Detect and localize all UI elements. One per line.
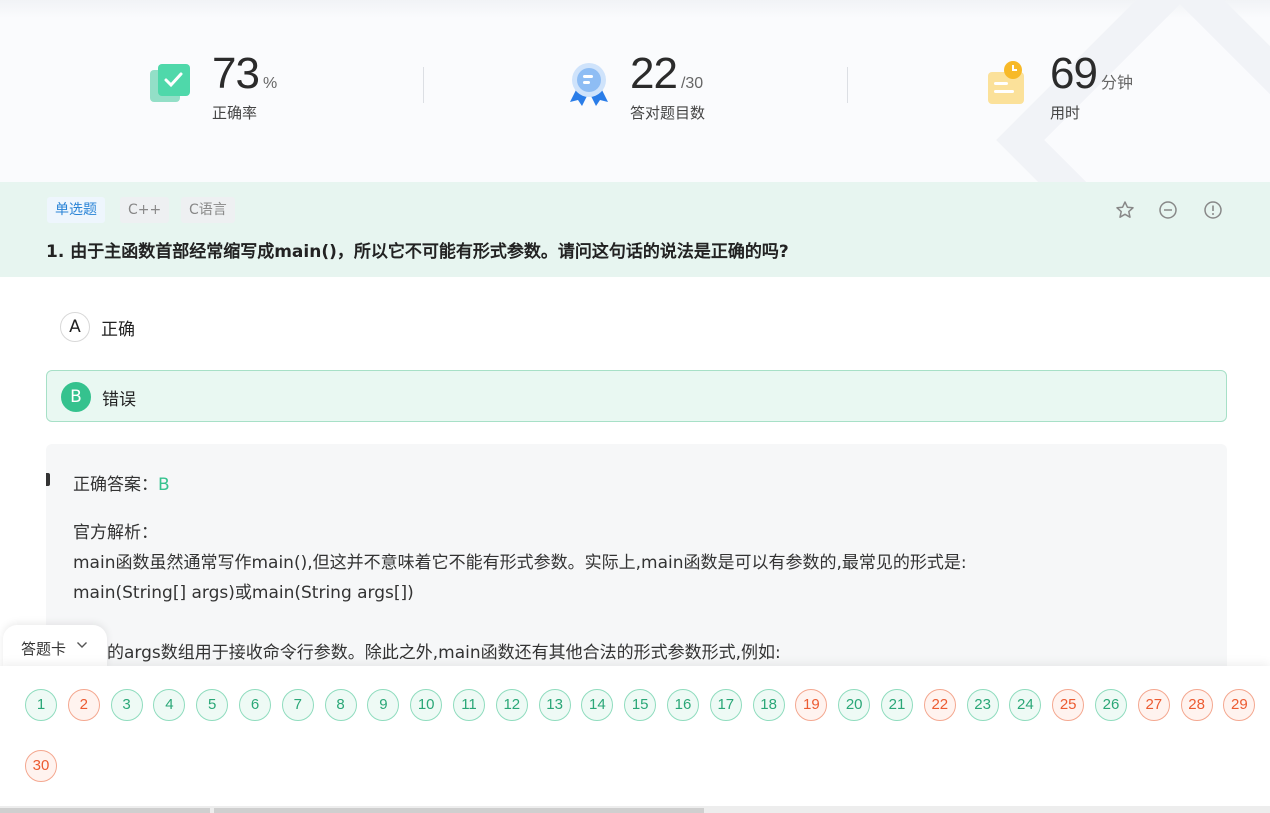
question-number-button[interactable]: 8 bbox=[324, 689, 357, 721]
analysis-text: main函数虽然通常写作main(),但这并不意味着它不能有形式参数。实际上,m… bbox=[73, 553, 967, 573]
question-tag: C++ bbox=[120, 197, 170, 223]
scrollbar-track-segment bbox=[0, 808, 210, 813]
clock-note-icon bbox=[988, 61, 1024, 104]
analysis-panel: 正确答案：B 官方解析： main函数虽然通常写作main(),但这并不意味着它… bbox=[46, 444, 1227, 684]
option-b[interactable]: B 错误 bbox=[46, 370, 1227, 422]
minus-circle-icon[interactable] bbox=[1158, 200, 1178, 220]
analysis-text: main(String[] args)或main(String args[]) bbox=[73, 583, 414, 603]
question-number-button[interactable]: 15 bbox=[624, 689, 657, 721]
stats-divider bbox=[423, 67, 424, 103]
question-number-button[interactable]: 13 bbox=[538, 689, 571, 721]
official-analysis-label: 官方解析： bbox=[73, 523, 158, 543]
section-marker bbox=[46, 473, 50, 486]
question-number-button[interactable]: 22 bbox=[923, 689, 956, 721]
question-number-button[interactable]: 7 bbox=[281, 689, 314, 721]
question-number-button[interactable]: 11 bbox=[453, 689, 485, 721]
question-number-button[interactable]: 10 bbox=[410, 689, 443, 721]
question-number-button[interactable]: 12 bbox=[495, 689, 528, 721]
option-letter: B bbox=[61, 382, 91, 412]
accuracy-label: 正确率 bbox=[212, 104, 258, 122]
horizontal-scrollbar[interactable] bbox=[0, 806, 1270, 813]
question-number-button[interactable]: 6 bbox=[239, 689, 271, 721]
question-number-button[interactable]: 4 bbox=[153, 689, 186, 721]
medal-icon bbox=[570, 63, 608, 106]
scrollbar-thumb[interactable] bbox=[214, 808, 704, 813]
correct-count-value: 22/30 bbox=[630, 49, 704, 98]
analysis-text: 其中的args数组用于接收命令行参数。除此之外,main函数还有其他合法的形式参… bbox=[73, 643, 781, 663]
answer-card-title: 答题卡 bbox=[21, 640, 67, 658]
question-number-button[interactable]: 21 bbox=[881, 689, 913, 721]
option-text: 正确 bbox=[101, 320, 135, 340]
correct-answer: 正确答案：B bbox=[73, 475, 170, 495]
question-header: 单选题 C++ C语言 1. 由于主函数首部经常缩写成main()，所以它不可能… bbox=[0, 182, 1270, 277]
correct-count-label: 答对题目数 bbox=[630, 104, 706, 122]
question-type-tag: 单选题 bbox=[47, 197, 105, 223]
question-number-button[interactable]: 9 bbox=[367, 689, 400, 721]
question-number-button[interactable]: 2 bbox=[67, 689, 100, 721]
question-number-button[interactable]: 5 bbox=[196, 689, 229, 721]
question-number-button[interactable]: 17 bbox=[709, 689, 742, 721]
question-number-button[interactable]: 24 bbox=[1009, 689, 1042, 721]
question-tag: C语言 bbox=[181, 197, 235, 223]
question-number-button[interactable]: 25 bbox=[1052, 689, 1085, 721]
question-number-button[interactable]: 27 bbox=[1137, 689, 1170, 721]
stats-divider bbox=[847, 67, 848, 103]
option-a[interactable]: A 正确 bbox=[46, 301, 1227, 353]
question-title: 1. 由于主函数首部经常缩写成main()，所以它不可能有形式参数。请问这句话的… bbox=[46, 242, 789, 262]
check-card-icon bbox=[150, 64, 190, 102]
info-circle-icon[interactable] bbox=[1203, 200, 1223, 220]
option-letter: A bbox=[60, 312, 90, 342]
stats-panel: 73% 正确率 22/30 答对题目数 69 分钟 用时 bbox=[0, 0, 1270, 182]
question-number-button[interactable]: 16 bbox=[667, 689, 699, 721]
answer-card-toggle[interactable]: 答题卡 bbox=[3, 625, 107, 669]
question-number-button[interactable]: 29 bbox=[1223, 689, 1256, 721]
question-number-button[interactable]: 23 bbox=[966, 689, 999, 721]
star-icon[interactable] bbox=[1115, 200, 1135, 220]
question-number-button[interactable]: 18 bbox=[752, 689, 785, 721]
question-number-button[interactable]: 20 bbox=[838, 689, 871, 721]
accuracy-value: 73% bbox=[212, 49, 278, 98]
option-text: 错误 bbox=[102, 390, 136, 410]
question-number-button[interactable]: 3 bbox=[110, 689, 143, 721]
answer-card-panel: 1 2 3 4 5 6 7 8 9 10 11 12 13 14 15 16 17 18 19 20 21 22 23 24 2… bbox=[0, 666, 1270, 813]
question-number-button[interactable]: 14 bbox=[581, 689, 614, 721]
question-number-button[interactable]: 28 bbox=[1180, 689, 1213, 721]
question-number-button[interactable]: 30 bbox=[25, 750, 57, 782]
time-value: 69 分钟 bbox=[1050, 49, 1133, 98]
question-number-button[interactable]: 26 bbox=[1095, 689, 1127, 721]
background-decoration bbox=[996, 0, 1270, 182]
question-number-button[interactable]: 1 bbox=[25, 689, 57, 721]
time-label: 用时 bbox=[1050, 104, 1081, 122]
chevron-down-icon bbox=[77, 642, 87, 648]
question-number-button[interactable]: 19 bbox=[795, 689, 828, 721]
